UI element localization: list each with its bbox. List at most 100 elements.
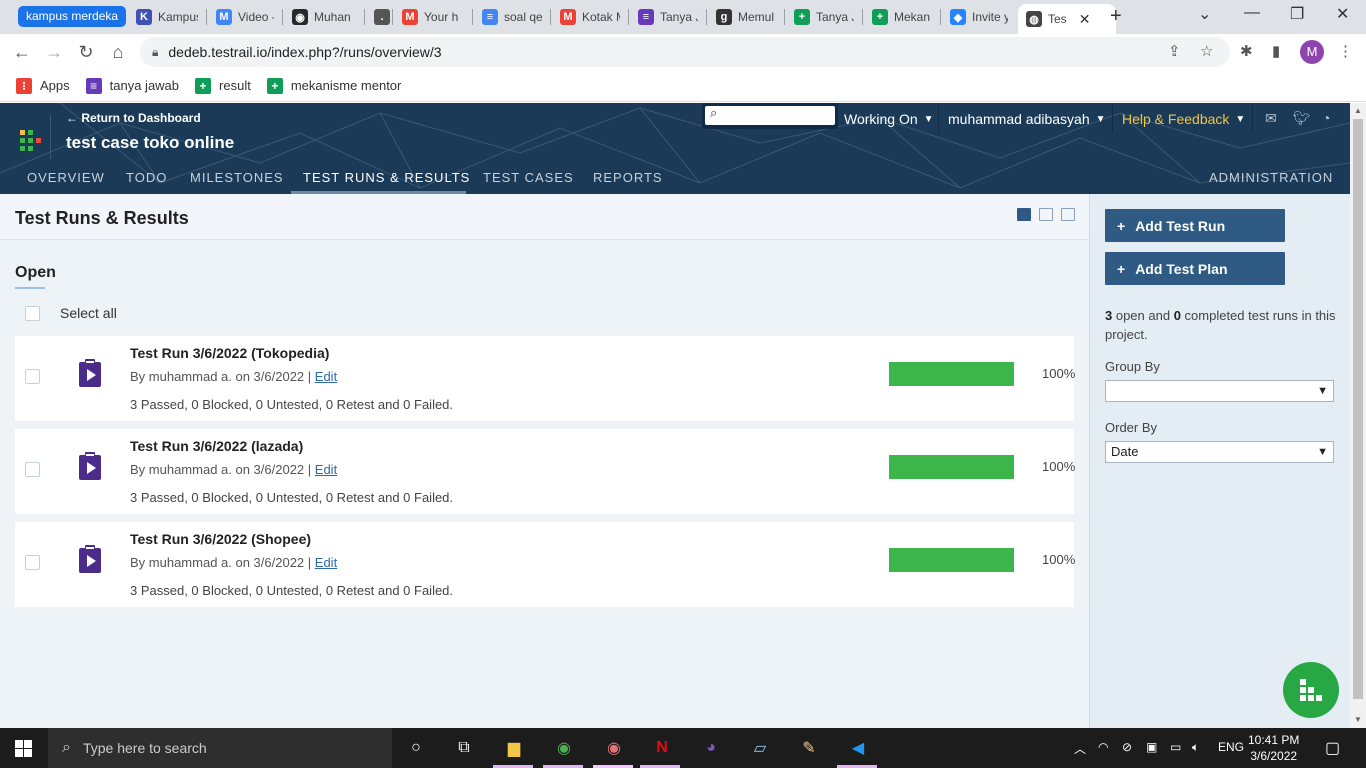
run-progress-fill: [889, 548, 1014, 572]
reload-icon[interactable]: ↻: [74, 40, 98, 64]
bookmark-item[interactable]: + mekanisme mentor: [266, 77, 401, 94]
tab-milestones[interactable]: MILESTONES: [190, 170, 284, 185]
page-scrollbar[interactable]: ▲ ▼: [1350, 103, 1366, 728]
run-title[interactable]: Test Run 3/6/2022 (lazada): [130, 438, 303, 454]
home-icon[interactable]: ⌂: [106, 40, 130, 64]
group-by-select[interactable]: ▼: [1105, 380, 1334, 402]
bookmark-item[interactable]: ⁝ Apps: [16, 77, 70, 94]
bookmark-item[interactable]: + result: [195, 77, 251, 94]
run-title[interactable]: Test Run 3/6/2022 (Tokopedia): [130, 345, 329, 361]
scroll-up-icon[interactable]: ▲: [1354, 106, 1362, 115]
bookmark-item[interactable]: ≡ tanya jawab: [85, 77, 179, 94]
rss-icon[interactable]: ◔: [1322, 110, 1330, 126]
edit-link[interactable]: Edit: [315, 555, 337, 570]
add-test-run-button[interactable]: + Add Test Run: [1105, 209, 1285, 242]
browser-tab[interactable]: .: [366, 4, 392, 30]
tab-reports[interactable]: REPORTS: [593, 170, 663, 185]
order-by-select[interactable]: Date ▼: [1105, 441, 1334, 463]
browser-tab[interactable]: K Kampus: [128, 4, 206, 30]
browser-menu-icon[interactable]: ⋮: [1338, 42, 1353, 60]
tray-overflow-icon[interactable]: ︿: [1074, 740, 1086, 757]
run-checkbox[interactable]: [25, 462, 40, 477]
windows-start-icon[interactable]: [15, 740, 32, 757]
compact-view-icon[interactable]: [1039, 208, 1053, 221]
tab-overview[interactable]: OVERVIEW: [27, 170, 105, 185]
file-explorer-icon[interactable]: ▆: [502, 736, 526, 760]
new-tab-icon[interactable]: +: [1110, 5, 1122, 28]
browser-tab[interactable]: M Video -: [208, 4, 282, 30]
tab-todo[interactable]: TODO: [126, 170, 167, 185]
restore-icon[interactable]: ❐: [1290, 4, 1304, 24]
tab-administration[interactable]: ADMINISTRATION: [1209, 170, 1333, 185]
close-tab-icon[interactable]: ✕: [1079, 11, 1091, 28]
network-icon[interactable]: ⊘: [1122, 740, 1132, 754]
tab-group-chip[interactable]: kampus merdeka: [18, 6, 127, 27]
browser-tab[interactable]: ◆ Invite y: [942, 4, 1016, 30]
search-input[interactable]: [705, 106, 835, 125]
browser-tab[interactable]: M Kotak M: [552, 4, 628, 30]
notes-app-icon[interactable]: ▱: [748, 736, 772, 760]
task-view-icon[interactable]: ⧉: [452, 736, 476, 760]
extensions-icon[interactable]: ✱: [1240, 42, 1253, 60]
return-to-dashboard-link[interactable]: ← Return to Dashboard: [66, 111, 201, 125]
help-feedback-menu[interactable]: Help & Feedback ▼: [1122, 111, 1245, 127]
list-view-icon[interactable]: [1061, 208, 1075, 221]
testrail-logo-icon[interactable]: [20, 130, 42, 152]
browser-tab[interactable]: M Your h: [394, 4, 472, 30]
cortana-icon[interactable]: ○: [404, 736, 428, 760]
netflix-icon[interactable]: N: [650, 736, 674, 760]
profile-avatar[interactable]: M: [1300, 40, 1324, 64]
scroll-down-icon[interactable]: ▼: [1354, 715, 1362, 724]
select-all-label[interactable]: Select all: [60, 305, 117, 321]
share-icon[interactable]: ⇪: [1168, 42, 1181, 60]
browser-tab[interactable]: ≡ soal qe: [474, 4, 550, 30]
select-all-checkbox[interactable]: [25, 305, 40, 321]
notifications-icon[interactable]: ▢: [1325, 738, 1340, 758]
volume-icon[interactable]: 🔈︎: [1192, 740, 1199, 755]
vscode-icon[interactable]: ◀: [846, 736, 870, 760]
browser-tab[interactable]: + Tanya J: [786, 4, 862, 30]
chrome-icon[interactable]: ◉: [552, 736, 576, 760]
forward-icon[interactable]: →: [42, 40, 66, 64]
add-test-plan-button[interactable]: + Add Test Plan: [1105, 252, 1285, 285]
paint-icon[interactable]: ✎: [797, 736, 821, 760]
run-title[interactable]: Test Run 3/6/2022 (Shopee): [130, 531, 311, 547]
bookmark-star-icon[interactable]: ☆: [1200, 42, 1213, 60]
lock-icon[interactable]: 🔒︎: [152, 45, 158, 60]
close-window-icon[interactable]: ✕: [1336, 4, 1349, 24]
chevron-down-icon: ▼: [1235, 113, 1246, 125]
browser-tab[interactable]: ◉ Muhan: [284, 4, 364, 30]
language-indicator[interactable]: ENG: [1218, 740, 1244, 754]
run-checkbox[interactable]: [25, 369, 40, 384]
mail-icon[interactable]: ✉: [1265, 110, 1277, 127]
working-on-menu[interactable]: Working On ▼: [844, 111, 934, 127]
edit-link[interactable]: Edit: [315, 462, 337, 477]
browser-tab[interactable]: ≡ Tanya J: [630, 4, 706, 30]
run-checkbox[interactable]: [25, 555, 40, 570]
side-panel-icon[interactable]: ▮: [1272, 42, 1280, 60]
header-search[interactable]: ⌕: [702, 103, 838, 129]
browser-tab[interactable]: + Mekan: [864, 4, 940, 30]
tab-test-runs-results[interactable]: TEST RUNS & RESULTS: [303, 170, 470, 185]
address-bar[interactable]: 🔒︎ dedeb.testrail.io/index.php?/runs/ove…: [140, 37, 1230, 67]
detailed-view-icon[interactable]: [1017, 208, 1031, 221]
chrome-profile-icon[interactable]: ◉: [602, 736, 626, 760]
vpn-icon[interactable]: ▣: [1146, 740, 1157, 754]
browser-tab[interactable]: g Memul: [708, 4, 784, 30]
tab-test-cases[interactable]: TEST CASES: [483, 170, 574, 185]
taskbar-search[interactable]: ⌕ Type here to search: [48, 728, 392, 768]
twitter-icon[interactable]: 🐦︎: [1293, 110, 1311, 127]
game-app-icon[interactable]: ◕: [699, 736, 723, 760]
battery-icon[interactable]: ▭: [1170, 740, 1181, 754]
system-clock[interactable]: 10:41 PM 3/6/2022: [1248, 732, 1299, 764]
edit-link[interactable]: Edit: [315, 369, 337, 384]
minimize-icon[interactable]: —: [1244, 4, 1260, 22]
user-menu[interactable]: muhammad adibasyah ▼: [948, 111, 1106, 127]
tab-search-icon[interactable]: ⌄: [1198, 4, 1211, 24]
wifi-icon[interactable]: ◠: [1098, 740, 1108, 754]
back-icon[interactable]: ←: [10, 40, 34, 64]
project-title[interactable]: test case toko online: [66, 133, 234, 153]
help-widget-button[interactable]: [1283, 662, 1339, 718]
browser-tab[interactable]: ◍ Tes ✕: [1018, 4, 1116, 34]
scroll-thumb[interactable]: [1353, 119, 1363, 699]
